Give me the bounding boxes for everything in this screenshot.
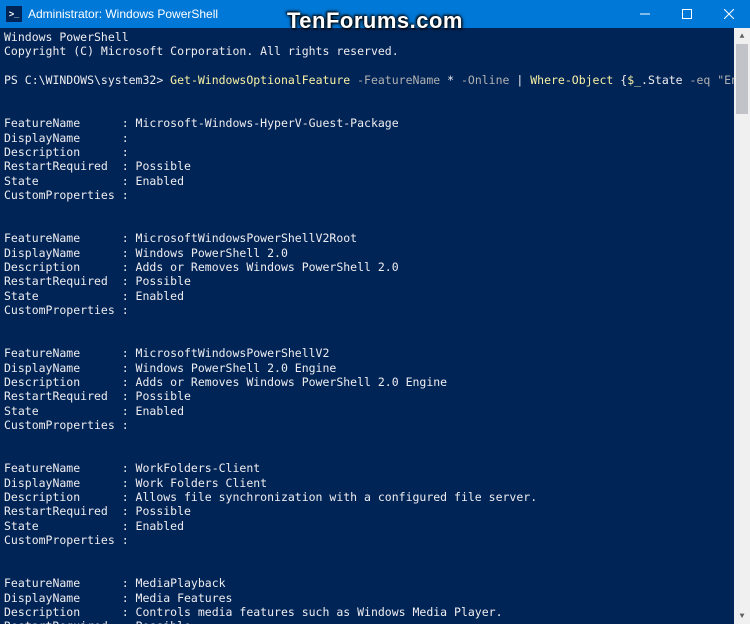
maximize-button[interactable] [666, 0, 708, 28]
scroll-down-button[interactable]: ▼ [734, 608, 750, 624]
window-title: Administrator: Windows PowerShell [28, 7, 218, 21]
scroll-thumb[interactable] [736, 44, 748, 114]
powershell-window: >_ Administrator: Windows PowerShell Win… [0, 0, 750, 624]
vertical-scrollbar[interactable]: ▲ ▼ [734, 28, 750, 624]
minimize-button[interactable] [624, 0, 666, 28]
scroll-up-button[interactable]: ▲ [734, 28, 750, 44]
scroll-track[interactable] [734, 44, 750, 608]
terminal-output[interactable]: Windows PowerShell Copyright (C) Microso… [0, 28, 734, 624]
close-button[interactable] [708, 0, 750, 28]
powershell-icon: >_ [6, 6, 22, 22]
titlebar[interactable]: >_ Administrator: Windows PowerShell [0, 0, 750, 28]
